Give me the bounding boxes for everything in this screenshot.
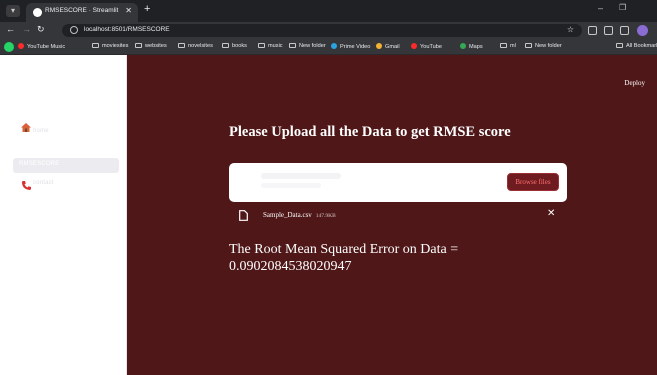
new-tab-icon[interactable]: + [144,3,150,15]
folder-icon [289,43,296,48]
url-text[interactable]: localhost:8501/RMSESCORE [84,26,170,33]
browser-nav-bar: ← → ↻ localhost:8501/RMSESCORE ☆ [0,22,657,39]
main-content: Deploy Please Upload all the Data to get… [127,55,657,375]
bookmark-label: books [232,43,247,49]
bookmark-item[interactable]: New folder [525,43,562,49]
folder-icon [500,43,507,48]
bookmark-label: Prime Video [340,44,371,50]
folder-icon [178,43,185,48]
sidebar-item-label: home [33,128,49,134]
browser-tab[interactable]: RMSESCORE · Streamlit ✕ [26,3,138,22]
folder-icon [222,43,229,48]
tab-title: RMSESCORE · Streamlit [45,7,119,14]
tab-close-icon[interactable]: ✕ [125,6,132,15]
folder-icon [92,43,99,48]
sidebar-item-rmsescore[interactable]: RMSESCORE [13,158,119,173]
browser-tab-bar: ▾ RMSESCORE · Streamlit ✕ + – ❐ [0,0,657,22]
bookmark-item[interactable]: Gmail [376,43,400,50]
streamlit-favicon-icon [33,8,42,17]
bookmark-item[interactable]: music [258,43,283,49]
bookmark-label: music [268,43,283,49]
bookmark-label: novelsites [188,43,213,49]
bookmark-item[interactable]: YouTube [411,43,442,50]
sidebar-item-blank[interactable] [13,142,119,157]
reload-icon[interactable]: ↻ [37,24,45,35]
folder-icon [258,43,265,48]
uploaded-file-row: Sample_Data.csv 147.9KB ✕ [229,206,567,224]
bookmark-site-icon [460,43,466,49]
deploy-button[interactable]: Deploy [624,79,645,87]
browse-files-button[interactable]: Browse files [507,173,559,191]
dropzone-limit-text [261,183,321,188]
bookmark-label: Maps [469,44,483,50]
back-icon[interactable]: ← [6,24,15,34]
phone-icon [22,181,31,190]
all-bookmarks-label: All Bookmarks [626,43,657,49]
bookmark-item[interactable]: ml [500,43,516,49]
result-value: 0.0902084538020947 [229,259,352,274]
bookmark-site-icon [331,43,337,49]
bookmark-item[interactable]: novelsites [178,43,213,49]
bookmark-item[interactable]: YouTube Music [18,43,65,50]
bookmark-label: ml [510,43,516,49]
restore-icon[interactable]: ❐ [619,3,626,12]
result-label: The Root Mean Squared Error on Data = [229,242,459,257]
folder-icon [616,43,623,48]
bookmark-site-icon [411,43,417,49]
site-info-icon[interactable] [70,26,78,34]
file-name: Sample_Data.csv 147.9KB [263,211,336,219]
folder-icon [135,43,142,48]
sidebar: home RMSESCORE contact [0,55,127,375]
home-icon [21,123,31,132]
youtube-music-icon [18,43,24,49]
sidebar-item-label: contact [33,180,54,186]
bookmark-label: websites [145,43,167,49]
address-bar[interactable]: localhost:8501/RMSESCORE ☆ [62,24,582,37]
bookmark-site-icon [376,43,382,49]
download-icon[interactable] [604,26,613,35]
tab-search-icon[interactable]: ▾ [6,5,20,17]
bookmark-label: New folder [299,43,326,49]
sidebar-item-label: RMSESCORE [19,161,60,167]
extensions-icon[interactable] [588,26,597,35]
sidepanel-icon[interactable] [620,26,629,35]
file-icon [239,210,248,221]
whatsapp-icon[interactable] [4,42,14,52]
bookmark-item[interactable]: Prime Video [331,43,370,50]
bookmark-item[interactable]: New folder [289,43,326,49]
bookmark-star-icon[interactable]: ☆ [567,25,574,34]
bookmark-label: YouTube [420,44,442,50]
minimize-icon[interactable]: – [598,3,603,13]
bookmark-item[interactable]: moviesites [92,43,128,49]
bookmark-label: YouTube Music [27,44,66,50]
folder-icon [525,43,532,48]
all-bookmarks[interactable]: All Bookmarks [616,43,657,49]
profile-avatar[interactable] [637,25,648,36]
forward-icon[interactable]: → [22,24,31,34]
remove-file-icon[interactable]: ✕ [547,208,555,219]
bookmark-item[interactable]: websites [135,43,167,49]
bookmark-item[interactable]: books [222,43,247,49]
bookmark-label: New folder [535,43,562,49]
bookmark-item[interactable]: Maps [460,43,483,50]
page-title: Please Upload all the Data to get RMSE s… [229,124,511,140]
file-size: 147.9KB [315,213,336,219]
bookmark-label: Gmail [385,44,400,50]
bookmark-label: moviesites [102,43,129,49]
bookmarks-bar: YouTube Music moviesites websites novelsite… [0,39,657,55]
file-dropzone[interactable]: Browse files [229,163,567,202]
dropzone-instructions [261,173,341,179]
rmse-result: The Root Mean Squared Error on Data = 0.… [229,241,529,275]
